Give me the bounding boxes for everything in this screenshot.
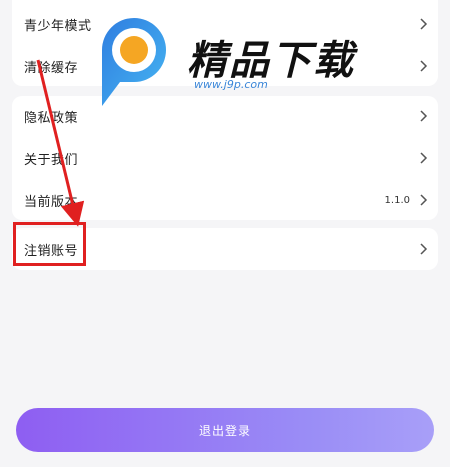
current-version-item[interactable]: 当前版本 1.1.0 <box>12 180 438 220</box>
about-us-label: 关于我们 <box>24 152 79 168</box>
about-us-item[interactable]: 关于我们 <box>12 138 438 178</box>
watermark-p-icon <box>102 18 166 106</box>
current-version-label: 当前版本 <box>24 194 79 210</box>
chevron-right-icon <box>418 110 428 122</box>
watermark-logo: 精品下载 www.j9p.com <box>92 10 362 110</box>
annotation-highlight-box <box>13 222 86 266</box>
settings-group-about: 隐私政策 关于我们 当前版本 1.1.0 <box>12 96 438 220</box>
version-number: 1.1.0 <box>384 194 410 206</box>
watermark-url: www.j9p.com <box>194 78 268 91</box>
privacy-policy-label: 隐私政策 <box>24 110 79 126</box>
chevron-right-icon <box>418 60 428 72</box>
teen-mode-label: 青少年模式 <box>24 18 92 34</box>
logout-button[interactable]: 退出登录 <box>16 408 434 452</box>
chevron-right-icon <box>418 18 428 30</box>
clear-cache-label: 清除缓存 <box>24 60 79 76</box>
chevron-right-icon <box>418 152 428 164</box>
chevron-right-icon <box>418 194 428 206</box>
chevron-right-icon <box>418 243 428 255</box>
